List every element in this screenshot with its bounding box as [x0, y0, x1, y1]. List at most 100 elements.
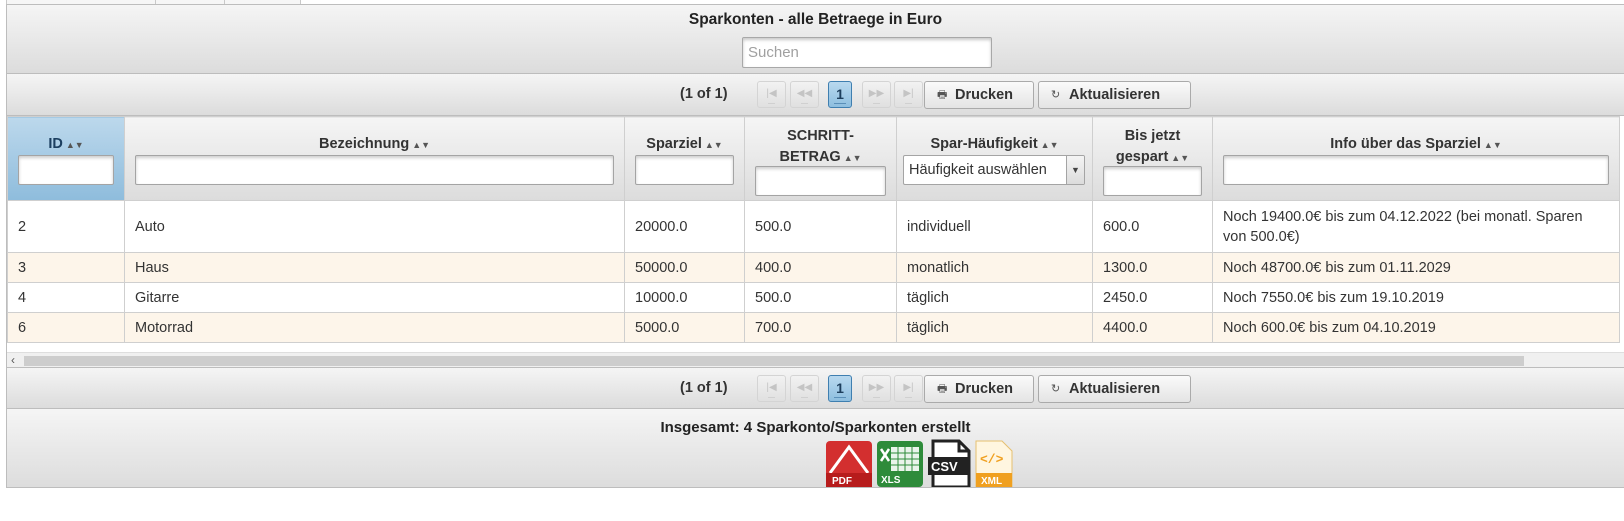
- column-label-line1: Bis jetzt: [1124, 128, 1181, 144]
- print-label: Drucken: [955, 87, 1014, 103]
- next-page-icon: ▶▶: [868, 382, 885, 393]
- total-count-text: Insgesamt: 4 Sparkonto/Sparkonten erstel…: [660, 419, 971, 436]
- cell-bezeichnung: Motorrad: [124, 312, 625, 343]
- cell-info: Noch 48700.0€ bis zum 01.11.2029: [1212, 252, 1620, 283]
- cell-gespart: 4400.0: [1092, 312, 1213, 343]
- last-page-icon: ▶|: [903, 88, 914, 99]
- pdf-export-icon[interactable]: PDF: [824, 439, 874, 488]
- column-label-line2: gespart: [1115, 149, 1169, 165]
- column-header-haeufigkeit[interactable]: Spar-Häufigkeit ▲▼ Häufigkeit auswählen ▼: [896, 116, 1093, 201]
- refresh-button[interactable]: ↻ Aktualisieren: [1038, 81, 1191, 109]
- table-header: Sparkonten - alle Betraege in Euro: [7, 5, 1624, 74]
- prev-page-button[interactable]: ◀◀: [790, 81, 819, 108]
- pdf-label: PDF: [832, 476, 852, 487]
- last-page-button[interactable]: ▶|: [894, 81, 923, 108]
- table-title: Sparkonten - alle Betraege in Euro: [688, 11, 943, 28]
- column-header-id[interactable]: ID ▲▼: [7, 116, 125, 201]
- first-page-icon: |◀: [766, 382, 777, 393]
- scrollbar-thumb[interactable]: [24, 356, 1524, 366]
- refresh-label: Aktualisieren: [1069, 381, 1161, 397]
- cell-sparziel: 5000.0: [624, 312, 745, 343]
- cell-info: Noch 7550.0€ bis zum 19.10.2019: [1212, 282, 1620, 313]
- cell-info: Noch 600.0€ bis zum 04.10.2019: [1212, 312, 1620, 343]
- next-page-button[interactable]: ▶▶: [862, 375, 891, 402]
- search-input[interactable]: [742, 37, 992, 68]
- sort-icon: ▲▼: [704, 140, 723, 150]
- last-page-button[interactable]: ▶|: [894, 375, 923, 402]
- csv-export-icon[interactable]: CSV: [925, 439, 975, 488]
- page-count: (1 of 1): [680, 86, 728, 102]
- cell-bezeichnung: Gitarre: [124, 282, 625, 313]
- refresh-label: Aktualisieren: [1069, 87, 1161, 103]
- cell-schrittbetrag: 400.0: [744, 252, 897, 283]
- gespart-filter-input[interactable]: [1103, 166, 1202, 196]
- cell-haeufigkeit: täglich: [896, 312, 1093, 343]
- page-number-button[interactable]: 1: [828, 81, 852, 108]
- prev-page-button[interactable]: ◀◀: [790, 375, 819, 402]
- table-row[interactable]: 2 Auto 20000.0 500.0 individuell 600.0 N…: [7, 200, 1620, 253]
- table-row[interactable]: 4 Gitarre 10000.0 500.0 täglich 2450.0 N…: [7, 282, 1620, 313]
- cell-info: Noch 19400.0€ bis zum 04.12.2022 (bei mo…: [1212, 200, 1620, 253]
- cell-bezeichnung: Auto: [124, 200, 625, 253]
- table-row[interactable]: 6 Motorrad 5000.0 700.0 täglich 4400.0 N…: [7, 312, 1620, 343]
- xls-label: XLS: [881, 475, 901, 486]
- id-filter-input[interactable]: [18, 155, 114, 185]
- column-label: Info über das Sparziel: [1330, 136, 1481, 152]
- refresh-button[interactable]: ↻ Aktualisieren: [1038, 375, 1191, 403]
- next-page-icon: ▶▶: [868, 88, 885, 99]
- first-page-icon: |◀: [766, 88, 777, 99]
- next-page-button[interactable]: ▶▶: [862, 81, 891, 108]
- scroll-left-icon[interactable]: ‹: [11, 353, 15, 367]
- schrittbetrag-filter-input[interactable]: [755, 166, 886, 196]
- first-page-button[interactable]: |◀: [757, 81, 786, 108]
- table-row[interactable]: 3 Haus 50000.0 400.0 monatlich 1300.0 No…: [7, 252, 1620, 283]
- cell-id: 3: [7, 252, 125, 283]
- cell-haeufigkeit: täglich: [896, 282, 1093, 313]
- svg-text:</>: </>: [980, 452, 1004, 467]
- cell-schrittbetrag: 500.0: [744, 282, 897, 313]
- xls-export-icon[interactable]: XLS: [875, 439, 925, 488]
- cell-id: 4: [7, 282, 125, 313]
- first-page-button[interactable]: |◀: [757, 375, 786, 402]
- column-header-gespart[interactable]: Bis jetzt gespart ▲▼: [1092, 116, 1213, 201]
- sort-icon: ▲▼: [1483, 140, 1502, 150]
- cell-id: 2: [7, 200, 125, 253]
- column-header-sparziel[interactable]: Sparziel ▲▼: [624, 116, 745, 201]
- cell-sparziel: 20000.0: [624, 200, 745, 253]
- column-header-schrittbetrag[interactable]: SCHRITT- BETRAG ▲▼: [744, 116, 897, 201]
- csv-label: CSV: [931, 459, 958, 474]
- sort-icon: ▲▼: [412, 140, 431, 150]
- chevron-down-icon[interactable]: ▼: [1066, 156, 1084, 184]
- column-label: Sparziel: [646, 136, 702, 152]
- print-button[interactable]: 🖶 Drucken: [924, 375, 1034, 403]
- refresh-icon: ↻: [1051, 89, 1061, 101]
- xml-label: XML: [981, 476, 1002, 487]
- column-label: Bezeichnung: [318, 136, 410, 152]
- sparziel-filter-input[interactable]: [635, 155, 734, 185]
- page-number-button[interactable]: 1: [828, 375, 852, 402]
- prev-page-icon: ◀◀: [796, 382, 813, 393]
- column-label: Spar-Häufigkeit: [930, 136, 1038, 152]
- cell-sparziel: 50000.0: [624, 252, 745, 283]
- sort-icon: ▲▼: [843, 153, 862, 163]
- prev-page-icon: ◀◀: [796, 88, 813, 99]
- info-filter-input[interactable]: [1223, 155, 1609, 185]
- data-table: ID ▲▼ Bezeichnung ▲▼ Sparziel ▲▼ SCHRITT- BE…: [7, 116, 1620, 343]
- bezeichnung-filter-input[interactable]: [135, 155, 614, 185]
- xml-export-icon[interactable]: </> XML: [972, 439, 1022, 488]
- column-label-line1: SCHRITT-: [787, 128, 854, 144]
- horizontal-scrollbar[interactable]: ‹: [7, 352, 1624, 367]
- cell-haeufigkeit: monatlich: [896, 252, 1093, 283]
- column-header-bezeichnung[interactable]: Bezeichnung ▲▼: [124, 116, 625, 201]
- column-label-line2: BETRAG: [779, 149, 841, 165]
- select-value: Häufigkeit auswählen: [909, 162, 1047, 178]
- cell-schrittbetrag: 500.0: [744, 200, 897, 253]
- cell-gespart: 1300.0: [1092, 252, 1213, 283]
- printer-icon: 🖶: [937, 89, 948, 101]
- paginator-bottom: (1 of 1) |◀ ◀◀ 1 ▶▶ ▶| 🖶 Drucken ↻ Aktuali…: [7, 367, 1624, 409]
- print-button[interactable]: 🖶 Drucken: [924, 81, 1034, 109]
- table-footer: Insgesamt: 4 Sparkonto/Sparkonten erstel…: [7, 409, 1624, 488]
- haeufigkeit-filter-select[interactable]: Häufigkeit auswählen ▼: [903, 155, 1085, 185]
- cell-gespart: 600.0: [1092, 200, 1213, 253]
- column-header-info[interactable]: Info über das Sparziel ▲▼: [1212, 116, 1620, 201]
